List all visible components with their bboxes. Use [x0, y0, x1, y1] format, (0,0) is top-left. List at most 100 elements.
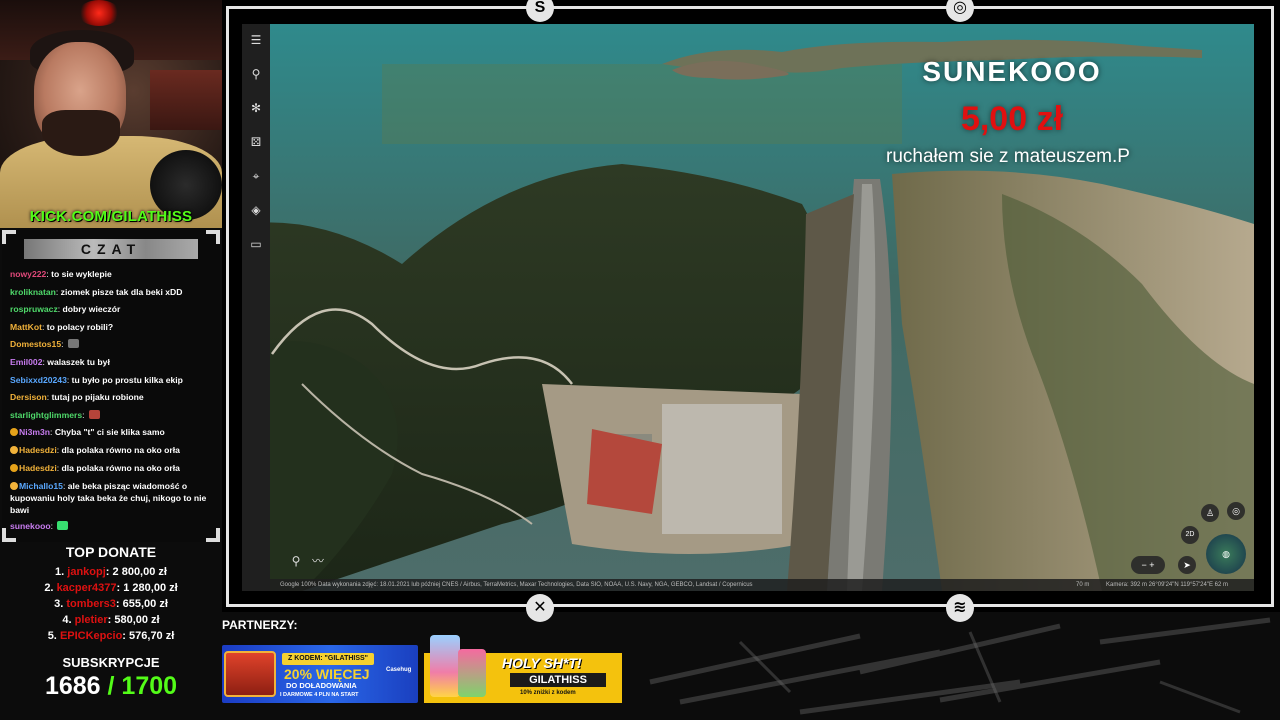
chat-username[interactable]: sunekooo: [10, 521, 51, 531]
chat-text: walaszek tu był: [47, 356, 110, 367]
subs-goal: / 1700: [107, 672, 178, 700]
chat-text: dla polaka równo na oko orła: [61, 444, 180, 455]
chat-message: Hadesdzi: dla polaka równo na oko orła: [10, 442, 216, 460]
view-mode-toggle[interactable]: 2D: [1181, 526, 1199, 544]
map-attribution-bar: Google 100% Data wykonania zdjęć: 18.01.…: [270, 579, 1254, 591]
chat-message: nowy222: to sie wyklepie: [10, 269, 112, 279]
drink-can-icon: [458, 649, 486, 697]
voyager-icon[interactable]: ✻: [242, 98, 270, 118]
top-donate-list: 1. jankopj: 2 800,00 zł 2. kacper4377: 1 …: [0, 564, 222, 644]
chat-username[interactable]: Hadesdzi: [19, 463, 57, 473]
layers-icon[interactable]: ◈: [242, 200, 270, 220]
channel-url: KICK.COM/GILATHISS: [29, 208, 193, 225]
chat-username[interactable]: kroliknatan: [10, 287, 56, 297]
path-icon[interactable]: 〰: [304, 551, 332, 571]
chat-message: kroliknatan: ziomek pisze tak dla beki x…: [10, 286, 183, 297]
map-sidebar: ☰ ⚲ ✻ ⚄ ⌖ ◈ ▭ ⚲ 〰: [242, 24, 324, 591]
chat-message: Hadesdzi: dla polaka równo na oko orła: [10, 460, 216, 478]
chat-message: Ni3m3n: Chyba "t" ci sie klika samo: [10, 424, 216, 442]
top-donate-panel: TOP DONATE 1. jankopj: 2 800,00 zł 2. kac…: [0, 544, 222, 644]
chat-text: dla polaka równo na oko orła: [61, 462, 180, 473]
chat-username[interactable]: Dersison: [10, 392, 47, 402]
treasure-chest-icon: [224, 651, 276, 697]
chat-message: Michallo15: ale beka pisząc wiadomość o …: [10, 481, 207, 516]
top-donate-entry: 5. EPICKepcio: 576,70 zł: [47, 630, 175, 642]
subs-counter: 1686 / 1700: [0, 672, 222, 701]
chat-text: dobry wieczór: [62, 304, 121, 315]
menu-icon[interactable]: ☰: [242, 30, 270, 50]
measure-icon[interactable]: ▭: [242, 234, 270, 254]
webcam-feed: [0, 0, 222, 228]
chat-username[interactable]: Emil002: [10, 357, 43, 367]
donate-rank: 3.: [54, 598, 64, 610]
chat-username[interactable]: Ni3m3n: [19, 427, 50, 437]
chat-text: to sie wyklepie: [51, 269, 112, 279]
map-attribution: Google 100% Data wykonania zdjęć: 18.01.…: [280, 582, 753, 588]
casehug-line3: I DARMOWE 4 PLN NA START: [280, 692, 359, 698]
donation-alert-amount: 5,00 zł: [960, 100, 1064, 138]
partners-label: PARTNERZY:: [222, 618, 298, 632]
chat-message: Dersison: tutaj po pijaku robione: [10, 392, 144, 403]
chat-message: rospruwacz: dobry wieczór: [10, 304, 121, 315]
chat-username[interactable]: nowy222: [10, 269, 46, 279]
chat-badge-icon: [10, 445, 18, 454]
dice-icon[interactable]: ⚄: [242, 132, 270, 152]
chat-message: MattKot: to polacy robili?: [10, 321, 114, 332]
donate-rank: 1.: [55, 566, 65, 578]
top-donate-entry: 4. pletier: 580,00 zł: [62, 614, 160, 626]
zoom-control[interactable]: − +: [1131, 556, 1165, 574]
top-donate-entry: 2. kacper4377: 1 280,00 zł: [44, 582, 178, 594]
pegman-icon[interactable]: ♙: [1201, 504, 1219, 522]
chat-username[interactable]: Domestos15: [10, 339, 61, 349]
chat-username[interactable]: Sebixxd20243: [10, 375, 67, 385]
chat-message: starlightglimmers:: [10, 407, 216, 425]
donate-amount: 655,00 zł: [122, 598, 168, 610]
chat-username[interactable]: Hadesdzi: [19, 445, 57, 455]
chat-text: Chyba "t" ci sie klika samo: [54, 427, 165, 438]
frame-top-line: [226, 6, 1274, 9]
chat-emote-icon: [57, 521, 69, 531]
donation-alert-user: SUNEKOOO: [922, 56, 1102, 87]
donation-alert-message: ruchałem sie z mateuszem.P: [886, 146, 1130, 167]
holy-title: HOLY SH*T!: [502, 655, 582, 671]
donate-rank: 4.: [62, 614, 72, 626]
donate-name: pletier: [74, 614, 108, 626]
holy-ad[interactable]: HOLY SH*T! GILATHISS 10% zniżki z kodem: [424, 635, 622, 703]
frame-left-line: [226, 6, 229, 607]
holy-sub: 10% zniżki z kodem: [520, 690, 576, 696]
chat-username[interactable]: Michallo15: [19, 481, 63, 491]
chat-message: Emil002: walaszek tu był: [10, 356, 110, 367]
chat-username[interactable]: rospruwacz: [10, 304, 58, 314]
donate-amount: 1 280,00 zł: [123, 582, 178, 594]
donate-name: jankopj: [67, 566, 106, 578]
chat-username[interactable]: starlightglimmers: [10, 410, 82, 420]
top-donate-entry: 3. tombers3: 655,00 zł: [54, 598, 168, 610]
chat-message: Sebixxd20243: tu było po prostu kilka ek…: [10, 374, 183, 385]
chat-text: to polacy robili?: [46, 321, 114, 332]
chat-list: nowy222: to sie wyklepie kroliknatan: zio…: [10, 266, 216, 536]
globe-icon[interactable]: ◍: [1206, 534, 1246, 574]
search-icon[interactable]: ⚲: [242, 64, 270, 84]
donate-name: tombers3: [66, 598, 116, 610]
casehug-ad[interactable]: Z KODEM: "GILATHISS" Casehug 20% WIĘCEJ …: [222, 645, 418, 703]
donate-name: EPICKepcio: [59, 630, 123, 642]
holy-code: GILATHISS: [510, 673, 606, 687]
my-location-icon[interactable]: ◎: [1227, 502, 1245, 520]
donate-amount: 576,70 zł: [129, 630, 175, 642]
map-scale: 70 m: [1076, 582, 1090, 588]
chat-username[interactable]: MattKot: [10, 322, 42, 332]
chat-message: Domestos15:: [10, 336, 216, 354]
casehug-line2: DO DOŁADOWANIA: [286, 681, 357, 690]
subs-title: SUBSKRYPCJE: [62, 655, 160, 670]
frame-bottom-line: [226, 604, 1274, 607]
compass-icon[interactable]: ➤: [1178, 556, 1196, 574]
brand-logo-icon: ✕: [526, 594, 554, 622]
top-donate-title: TOP DONATE: [65, 544, 157, 560]
chat-text: tu było po prostu kilka ekip: [71, 374, 183, 385]
casehug-code: Z KODEM: "GILATHISS": [282, 653, 375, 665]
frame-right-line: [1271, 6, 1274, 607]
map-camera-info: Kamera: 392 m 26°09'24"N 119°57'24"E 62 …: [1106, 582, 1228, 588]
donate-rank: 2.: [44, 582, 54, 594]
chat-badge-icon: [10, 463, 18, 472]
projects-icon[interactable]: ⌖: [242, 166, 270, 186]
